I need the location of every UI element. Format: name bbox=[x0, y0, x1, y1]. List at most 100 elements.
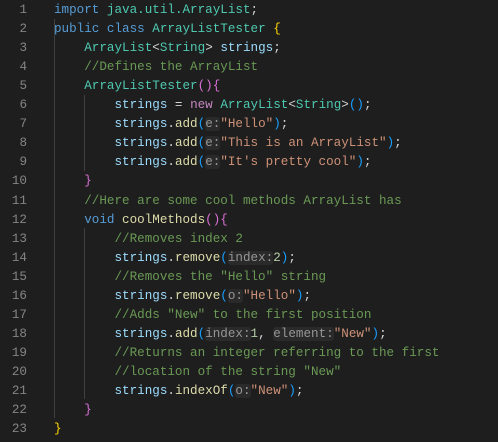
keyword: class bbox=[106, 22, 145, 37]
code-line[interactable]: 1 import java.util.ArrayList; bbox=[0, 1, 498, 20]
code-line[interactable]: 23} bbox=[0, 420, 498, 439]
code-text: } bbox=[84, 401, 92, 420]
code-text: strings.remove(index:2); bbox=[114, 249, 296, 268]
keyword: import bbox=[54, 3, 100, 17]
punctuation bbox=[99, 3, 107, 17]
method-name: add bbox=[174, 326, 198, 341]
line-number: 9 bbox=[19, 155, 27, 170]
method-name: remove bbox=[174, 288, 221, 303]
code-line[interactable]: 4 //Defines the ArrayList bbox=[0, 58, 498, 77]
number-literal: 1 bbox=[250, 326, 259, 341]
punctuation: > bbox=[205, 41, 221, 56]
line-number: 23 bbox=[11, 422, 27, 437]
comment: //Removes the "Hello" string bbox=[114, 269, 327, 284]
string-literal: "New" bbox=[250, 384, 289, 398]
code-text: void coolMethods(){ bbox=[84, 211, 228, 230]
code-line[interactable]: 6 strings = new ArrayList<String>(); bbox=[0, 96, 498, 115]
bracket: () bbox=[197, 79, 213, 94]
code-text: strings.add(index:1, element:"New"); bbox=[114, 325, 387, 344]
punctuation: ; bbox=[303, 288, 312, 303]
code-text: strings.remove(o:"Hello"); bbox=[114, 287, 311, 306]
method-name: add bbox=[174, 136, 198, 151]
comment: //Defines the ArrayList bbox=[84, 60, 259, 75]
variable: strings bbox=[114, 250, 168, 265]
punctuation: . bbox=[167, 326, 175, 341]
punctuation: ; bbox=[363, 155, 372, 170]
code-line[interactable]: 15 //Removes the "Hello" string bbox=[0, 268, 498, 287]
type-name: ArrayListTester bbox=[152, 22, 266, 37]
code-text: //Here are some cool methods ArrayList h… bbox=[84, 192, 401, 211]
bracket: ) bbox=[371, 326, 380, 341]
code-line[interactable]: 12 void coolMethods(){ bbox=[0, 211, 498, 230]
line-number: 3 bbox=[19, 41, 27, 56]
variable: strings bbox=[114, 288, 168, 303]
line-number: 22 bbox=[11, 403, 27, 418]
code-text: strings = new ArrayList<String>(); bbox=[114, 96, 371, 115]
code-text: //Removes the "Hello" string bbox=[114, 268, 326, 287]
string-literal: "This is an ArrayList" bbox=[220, 136, 387, 151]
line-number: 7 bbox=[19, 117, 27, 132]
code-line[interactable]: 9 strings.add(e:"It's pretty cool"); bbox=[0, 153, 498, 172]
code-line[interactable]: 5 ArrayListTester(){ bbox=[0, 77, 498, 96]
code-line[interactable]: 18 strings.add(index:1, element:"New"); bbox=[0, 325, 498, 344]
line-number: 2 bbox=[19, 22, 27, 37]
punctuation: . bbox=[167, 384, 175, 398]
number-literal: 2 bbox=[273, 250, 281, 265]
code-line[interactable]: 14 strings.remove(index:2); bbox=[0, 249, 498, 268]
parameter-hint: e: bbox=[205, 117, 221, 132]
line-number: 14 bbox=[11, 250, 27, 265]
code-line[interactable]: 16 strings.remove(o:"Hello"); bbox=[0, 287, 498, 306]
code-line[interactable]: 17 //Adds "New" to the first position bbox=[0, 306, 498, 325]
code-text: public class ArrayListTester { bbox=[54, 20, 281, 39]
code-line[interactable]: 3 ArrayList<String> strings; bbox=[0, 39, 498, 58]
code-line[interactable]: 13 //Removes index 2 bbox=[0, 230, 498, 249]
punctuation: ; bbox=[288, 250, 296, 265]
punctuation: < bbox=[152, 41, 160, 56]
line-number: 17 bbox=[11, 307, 27, 322]
type-name: ArrayListTester bbox=[84, 79, 198, 94]
variable: strings bbox=[114, 136, 168, 151]
variable: strings bbox=[114, 117, 168, 132]
parameter-hint: o: bbox=[235, 384, 251, 398]
bracket: ( bbox=[220, 250, 228, 265]
code-line[interactable]: 8 strings.add(e:"This is an ArrayList"); bbox=[0, 134, 498, 153]
code-line[interactable]: 11 //Here are some cool methods ArrayList… bbox=[0, 192, 498, 211]
code-line[interactable]: 7 strings.add(e:"Hello"); bbox=[0, 115, 498, 134]
code-editor[interactable]: 1 import java.util.ArrayList; 2 public clas… bbox=[0, 0, 498, 442]
string-literal: "Hello" bbox=[242, 288, 296, 303]
line-number: 19 bbox=[11, 345, 27, 360]
bracket: { bbox=[273, 22, 281, 37]
code-line[interactable]: 21 strings.indexOf(o:"New"); bbox=[0, 382, 498, 401]
code-text: //location of the string "New" bbox=[114, 363, 341, 382]
line-number: 16 bbox=[11, 288, 27, 303]
punctuation bbox=[99, 22, 107, 36]
comment: //Here are some cool methods ArrayList h… bbox=[84, 193, 402, 208]
parameter-hint: e: bbox=[205, 155, 221, 170]
code-line[interactable]: 20 //location of the string "New" bbox=[0, 363, 498, 382]
variable: strings bbox=[114, 326, 168, 341]
code-text: //Removes index 2 bbox=[114, 230, 242, 249]
punctuation: ; bbox=[379, 326, 387, 341]
code-text: //Adds "New" to the first position bbox=[114, 306, 371, 325]
code-text: strings.indexOf(o:"New"); bbox=[114, 382, 303, 401]
code-text: //Defines the ArrayList bbox=[84, 58, 258, 77]
method-name: coolMethods bbox=[122, 212, 206, 227]
code-line[interactable]: 19 //Returns an integer referring to the … bbox=[0, 344, 498, 363]
type-name: String bbox=[295, 98, 342, 113]
code-line[interactable]: 22} bbox=[0, 401, 498, 420]
bracket: ) bbox=[386, 136, 395, 151]
code-line[interactable]: 10} bbox=[0, 172, 498, 191]
punctuation: , bbox=[258, 326, 274, 341]
type-name: ArrayList bbox=[220, 98, 289, 113]
bracket: } bbox=[54, 422, 62, 437]
punctuation: . bbox=[167, 250, 175, 265]
code-line[interactable]: 2 public class ArrayListTester { bbox=[0, 20, 498, 39]
bracket: ) bbox=[288, 384, 296, 398]
line-number: 13 bbox=[11, 231, 27, 246]
punctuation bbox=[114, 213, 122, 227]
variable: strings bbox=[114, 384, 168, 398]
method-name: indexOf bbox=[174, 384, 228, 398]
variable: strings bbox=[114, 155, 168, 170]
comment: //Adds "New" to the first position bbox=[114, 307, 372, 322]
string-literal: "New" bbox=[333, 326, 372, 341]
